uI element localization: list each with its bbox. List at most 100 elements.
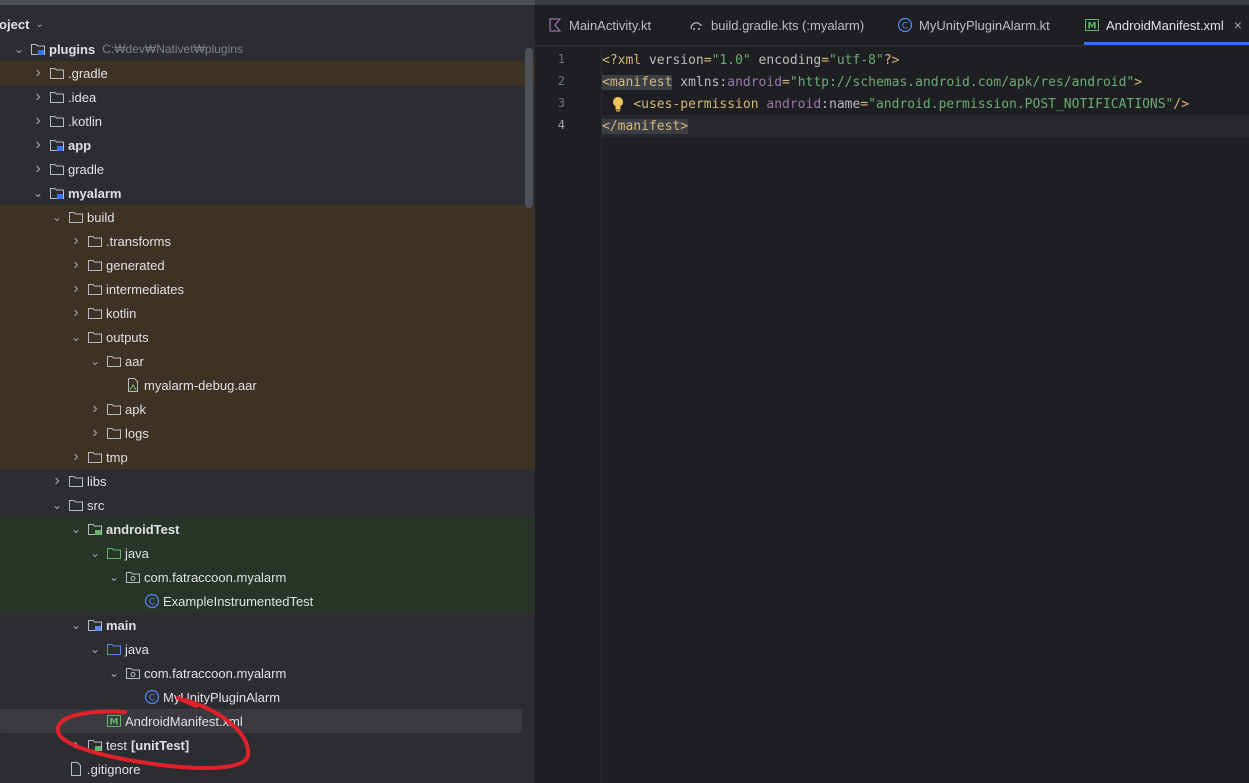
code-token: </manifest> (602, 118, 689, 134)
chevron-down-icon[interactable]: ⌄ (107, 570, 121, 584)
tree-item-main[interactable]: ⌄ main (0, 613, 535, 637)
code-line[interactable]: </manifest> (602, 115, 1249, 137)
tree-item-gradle[interactable]: › .gradle (0, 61, 535, 85)
chevron-right-icon[interactable]: › (31, 88, 45, 106)
tree-item-intermediates[interactable]: › intermediates (0, 277, 535, 301)
code-line[interactable]: <uses-permission android:name = "android.p… (602, 93, 1249, 115)
line-number: 3 (557, 96, 565, 110)
folder-icon (87, 305, 103, 321)
tree-item-kotlin[interactable]: › kotlin (0, 301, 535, 325)
chevron-down-icon[interactable]: ⌄ (88, 354, 102, 368)
chevron-down-icon[interactable]: ⌄ (88, 546, 102, 560)
tree-item-tmp[interactable]: › tmp (0, 445, 535, 469)
chevron-down-icon[interactable]: ⌄ (88, 642, 102, 656)
svg-text:M: M (1088, 22, 1097, 32)
chevron-right-icon[interactable]: › (31, 160, 45, 178)
tree-item-androidmanifest-xml[interactable]: M AndroidManifest.xml (0, 709, 522, 733)
code-token: encoding (750, 52, 822, 68)
chevron-down-icon[interactable]: ⌄ (31, 186, 45, 200)
code-token: "utf-8" (829, 52, 884, 68)
tree-item-libs[interactable]: › libs (0, 469, 535, 493)
chevron-right-icon[interactable]: › (69, 304, 83, 322)
tree-item-myalarm-debug-aar[interactable]: myalarm-debug.aar (0, 373, 535, 397)
chevron-right-icon[interactable]: › (31, 112, 45, 130)
tree-item-com-fatraccoon-myalarm[interactable]: ⌄ com.fatraccoon.myalarm (0, 565, 535, 589)
tab-androidmanifest-xml[interactable]: M AndroidManifest.xml × (1084, 5, 1249, 45)
svg-text:C: C (149, 597, 155, 607)
tree-item-build[interactable]: ⌄ build (0, 205, 535, 229)
chevron-right-icon[interactable]: › (69, 256, 83, 274)
chevron-right-icon[interactable]: › (69, 232, 83, 250)
tree-item-outputs[interactable]: ⌄ outputs (0, 325, 535, 349)
tree-item-generated[interactable]: › generated (0, 253, 535, 277)
chevron-right-icon[interactable]: › (88, 400, 102, 418)
chevron-down-icon[interactable]: ⌄ (107, 666, 121, 680)
tree-item-myalarm[interactable]: ⌄ myalarm (0, 181, 535, 205)
folder-icon (87, 281, 103, 297)
tree-item-label: main (106, 617, 137, 633)
chevron-down-icon[interactable]: ⌄ (69, 522, 83, 536)
chevron-right-icon[interactable]: › (88, 424, 102, 442)
tab-label: build.gradle.kts (:myalarm) (711, 17, 865, 33)
code-line[interactable]: <? xml version = "1.0" encoding = "utf-8" ?> (602, 49, 1249, 71)
tree-item-src[interactable]: ⌄ src (0, 493, 535, 517)
folder-icon (87, 257, 103, 273)
chevron-right-icon[interactable]: › (31, 136, 45, 154)
tree-item-label: intermediates (106, 281, 185, 297)
tree-item-test[interactable]: › test [unitTest] (0, 733, 535, 757)
tree-item-gradle[interactable]: › gradle (0, 157, 535, 181)
chevron-down-icon[interactable]: ⌄ (12, 42, 26, 56)
tree-item-myunitypluginalarm[interactable]: C MyUnityPluginAlarm (0, 685, 535, 709)
code-token: = (703, 52, 712, 68)
tab-label: AndroidManifest.xml (1106, 17, 1224, 33)
chevron-down-icon[interactable]: ⌄ (69, 330, 83, 344)
tree-item-plugins[interactable]: ⌄ plugins C:₩dev₩Nativet₩plugins (0, 37, 535, 61)
chevron-down-icon[interactable]: ⌄ (50, 210, 64, 224)
tab-label: MainActivity.kt (569, 17, 652, 33)
tree-item-idea[interactable]: › .idea (0, 85, 535, 109)
chevron-down-icon[interactable]: ⌄ (50, 498, 64, 512)
source-root-icon (87, 617, 103, 633)
tab-myunitypluginalarm-kt[interactable]: C MyUnityPluginAlarm.kt (897, 5, 1050, 45)
chevron-right-icon[interactable]: › (69, 736, 83, 754)
code-token: :name (821, 96, 861, 112)
tree-item-com-fatraccoon-myalarm[interactable]: ⌄ com.fatraccoon.myalarm (0, 661, 535, 685)
tree-item-androidtest[interactable]: ⌄ androidTest (0, 517, 535, 541)
tree-item-java[interactable]: ⌄ java (0, 637, 535, 661)
tree-item-transforms[interactable]: › .transforms (0, 229, 535, 253)
svg-text:C: C (149, 693, 155, 703)
code-token: /> (1173, 96, 1190, 112)
tree-item-logs[interactable]: › logs (0, 421, 535, 445)
manifest-icon: M (1084, 17, 1100, 33)
close-icon[interactable]: × (1234, 17, 1242, 33)
code-line[interactable]: <manifest xmlns: android = "http://schemas.… (602, 71, 1249, 93)
chevron-right-icon[interactable]: › (50, 472, 64, 490)
code-token: "android.permission.POST_NOTIFICATIONS" (868, 96, 1174, 112)
lightbulb-icon[interactable] (610, 95, 626, 117)
tab-build-gradle-kts-myalarm[interactable]: build.gradle.kts (:myalarm) (689, 5, 864, 45)
tree-item-label: java (125, 641, 149, 657)
tree-item-exampleinstrumentedtest[interactable]: C ExampleInstrumentedTest (0, 589, 535, 613)
chevron-down-icon[interactable]: ⌄ (69, 618, 83, 632)
tree-item-label: generated (106, 257, 165, 273)
tree-item-aar[interactable]: ⌄ aar (0, 349, 535, 373)
chevron-down-icon[interactable]: ⌄ (35, 19, 43, 30)
tree-item-label: libs (87, 473, 107, 489)
package-icon (125, 569, 141, 585)
tree-item-app[interactable]: › app (0, 133, 535, 157)
tree-item-label: test (106, 737, 127, 753)
chevron-right-icon[interactable]: › (31, 64, 45, 82)
tree-item-label: .transforms (106, 233, 172, 249)
tree-scrollbar[interactable] (525, 48, 533, 208)
tree-item-java[interactable]: ⌄ java (0, 541, 535, 565)
tab-mainactivity-kt[interactable]: MainActivity.kt (547, 5, 651, 45)
tree-item-apk[interactable]: › apk (0, 397, 535, 421)
tree-item-kotlin[interactable]: › .kotlin (0, 109, 535, 133)
chevron-right-icon[interactable]: › (69, 448, 83, 466)
aar-file-icon (125, 377, 141, 393)
tree-item-gitignore[interactable]: .gitignore (0, 757, 535, 781)
class-icon: C (144, 593, 160, 609)
tree-item-label: MyUnityPluginAlarm (163, 689, 281, 705)
code-token: <manifest (602, 74, 673, 90)
chevron-right-icon[interactable]: › (69, 280, 83, 298)
